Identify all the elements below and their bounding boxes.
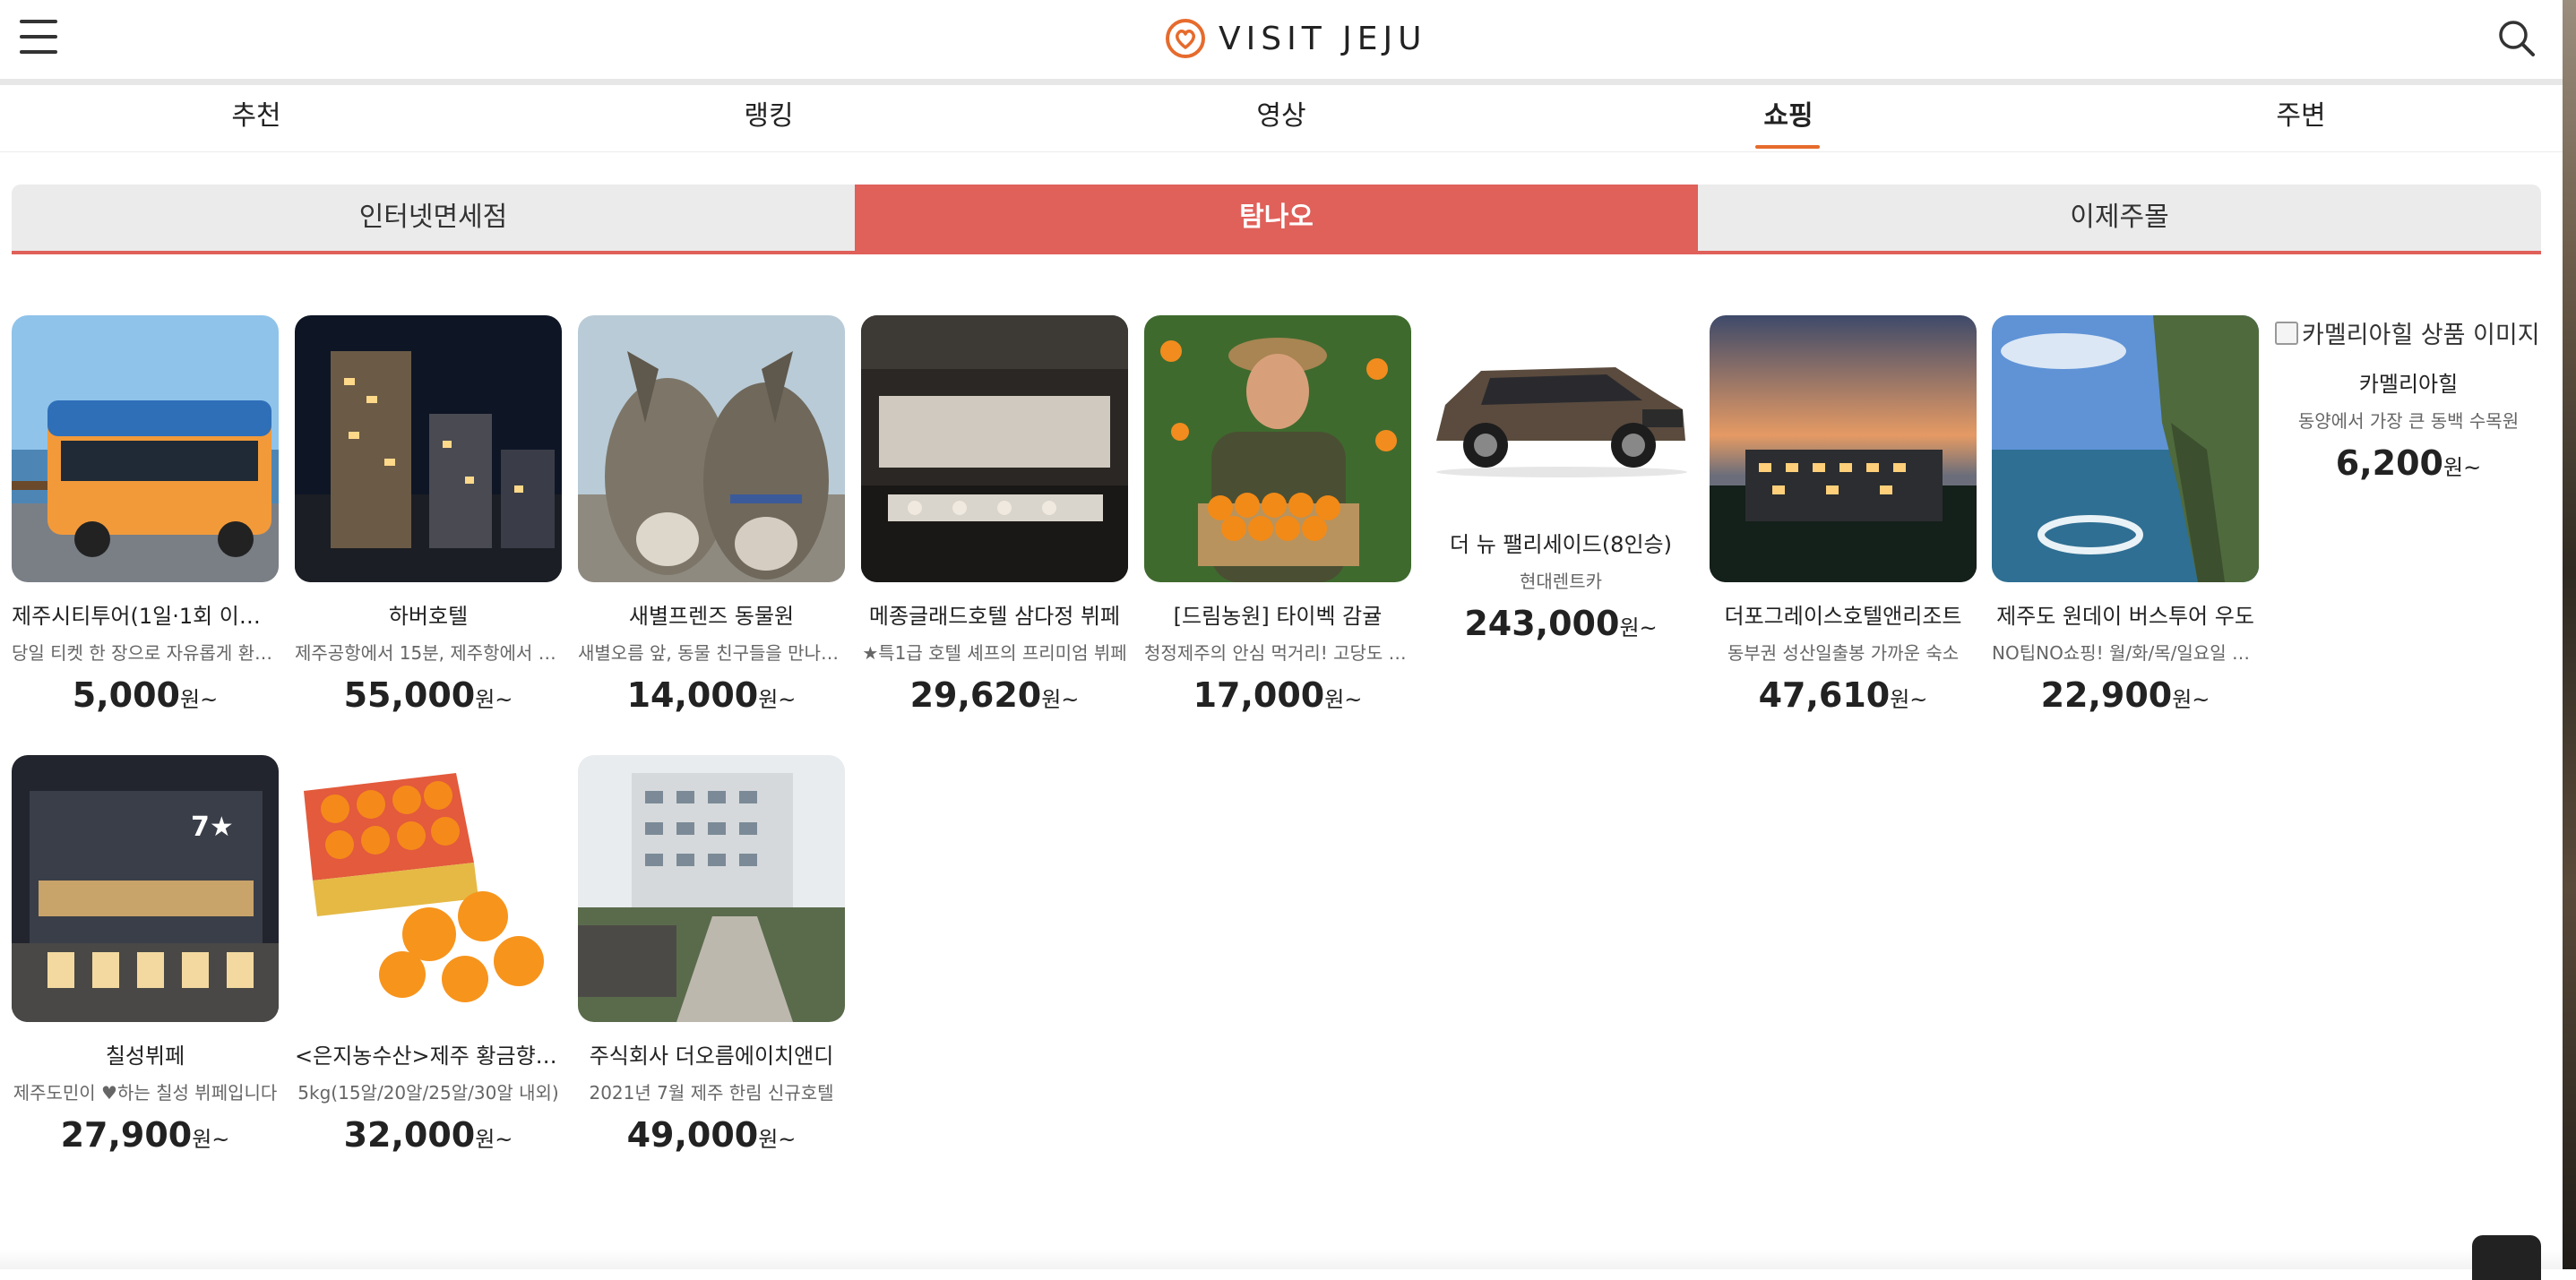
bottom-shadow [0,1250,2563,1269]
tab-ranking[interactable]: 랭킹 [513,85,1025,151]
product-price: 49,000원~ [626,1115,797,1155]
product-image-the-fog-grace-hotel [1710,315,1977,582]
product-image-city-tour-bus [12,315,279,582]
svg-text:7★: 7★ [191,812,234,843]
product-price: 32,000원~ [343,1115,513,1155]
product-title: 칠성뷔페 [105,1044,185,1069]
product-title: 주식회사 더오름에이치앤디 [589,1044,834,1069]
product-card[interactable]: [드림농원] 타이벡 감귤 청정제주의 안심 먹거리! 고당도 감귤 17,00… [1144,315,1411,715]
product-price: 55,000원~ [343,675,513,715]
product-desc: 동양에서 가장 큰 동백 수목원 [2297,410,2520,432]
product-image-donkeys [578,315,845,582]
product-title: [드림농원] 타이벡 감귤 [1173,604,1383,629]
tab-shopping[interactable]: 쇼핑 [1532,85,2045,151]
product-price: 27,900원~ [60,1115,230,1155]
floating-action-button[interactable] [2472,1235,2541,1280]
product-title: 더포그레이스호텔앤리조트 [1724,604,1962,629]
product-card[interactable]: 새별프렌즈 동물원 새별오름 앞, 동물 친구들을 만나보세요 14,000원~ [578,315,845,715]
product-desc: 제주공항에서 15분, 제주항에서 5분 거리 [295,642,562,664]
product-desc: 2021년 7월 제주 한림 신규호텔 [589,1082,834,1104]
subtab-ijeju-mall[interactable]: 이제주몰 [1698,185,2541,251]
product-price: 5,000원~ [72,675,219,715]
visit-jeju-logo[interactable]: VISIT JEJU [1165,16,1426,61]
product-image-chilseong-buffet: 7★ [12,755,279,1022]
product-title: 제주시티투어(1일·1회 이용권) [12,604,279,629]
tab-recommend[interactable]: 추천 [0,85,513,151]
tab-nearby[interactable]: 주변 [2045,85,2557,151]
product-title: 카멜리아힐 [2358,372,2459,397]
image-alt-text: 카멜리아힐 상품 이미지 [2302,322,2540,349]
product-price: 6,200원~ [2335,443,2482,483]
product-card[interactable]: <은지농수산>제주 황금향5kg 5kg(15알/20알/25알/30알 내외)… [295,755,562,1155]
product-title: 새별프렌즈 동물원 [628,604,795,629]
product-image-harbor-hotel [295,315,562,582]
product-card[interactable]: 카멜리아힐 상품 이미지 카멜리아힐 동양에서 가장 큰 동백 수목원 6,20… [2275,315,2542,483]
product-desc: 새별오름 앞, 동물 친구들을 만나보세요 [578,642,845,664]
product-title: 하버호텔 [388,604,469,629]
product-card[interactable]: 7★ 칠성뷔페 제주도민이 ♥하는 칠성 뷔페입니다 27,900원~ [12,755,279,1155]
product-price: 22,900원~ [2040,675,2210,715]
product-price: 243,000원~ [1464,604,1658,643]
background-scenery-strip [2563,0,2576,1269]
product-price: 47,610원~ [1758,675,1928,715]
main-nav-tabs: 추천 랭킹 영상 쇼핑 주변 [0,85,2563,152]
product-desc: 동부권 성산일출봉 가까운 숙소 [1727,642,1960,664]
product-image-udo-cliff-boat [1992,315,2259,582]
heart-pin-logo-icon [1166,19,1205,58]
product-card[interactable]: 메종글래드호텔 삼다정 뷔페 ★특1급 호텔 셰프의 프리미엄 뷔페 29,62… [861,315,1128,715]
product-title: 더 뉴 팰리세이드(8인승) [1450,532,1672,557]
product-desc: 현대렌트카 [1520,571,1602,592]
product-card[interactable]: 더포그레이스호텔앤리조트 동부권 성산일출봉 가까운 숙소 47,610원~ [1710,315,1977,715]
product-desc: 청정제주의 안심 먹거리! 고당도 감귤 [1144,642,1411,664]
product-desc: ★특1급 호텔 셰프의 프리미엄 뷔페 [862,642,1127,664]
product-desc: 5kg(15알/20알/25알/30알 내외) [297,1082,559,1104]
logo-text: VISIT JEJU [1219,20,1427,57]
product-desc: 당일 티켓 한 장으로 자유롭게 환승하세요 [12,642,279,664]
product-image-palisade-car [1427,315,1694,511]
product-desc: 제주도민이 ♥하는 칠성 뷔페입니다 [13,1082,278,1104]
product-card[interactable]: 더 뉴 팰리세이드(8인승) 현대렌트카 243,000원~ [1427,315,1694,643]
product-card[interactable]: 제주도 원데이 버스투어 우도 NO팁NO쇼핑! 월/화/목/일요일 출발 22… [1992,315,2259,715]
product-card[interactable]: 하버호텔 제주공항에서 15분, 제주항에서 5분 거리 55,000원~ [295,315,562,715]
subtab-internet-duty-free[interactable]: 인터넷면세점 [12,185,855,251]
subtab-tamnao[interactable]: 탐나오 [855,185,1698,251]
product-image-hallabong-box [295,755,562,1022]
product-title: <은지농수산>제주 황금향5kg [295,1044,562,1069]
product-image-hallim-hotel [578,755,845,1022]
top-header: VISIT JEJU [0,0,2563,85]
product-card[interactable]: 제주시티투어(1일·1회 이용권) 당일 티켓 한 장으로 자유롭게 환승하세요… [12,315,279,715]
product-title: 메종글래드호텔 삼다정 뷔페 [868,604,1121,629]
active-tab-indicator [1755,145,1820,149]
tab-video[interactable]: 영상 [1025,85,1538,151]
product-title: 제주도 원데이 버스투어 우도 [1996,604,2254,629]
hamburger-menu-icon[interactable] [20,20,57,56]
product-price: 17,000원~ [1193,675,1363,715]
search-icon[interactable] [2496,18,2537,59]
shop-subtabs: 인터넷면세점 탐나오 이제주몰 [12,185,2541,254]
product-image-tangerine-farmer [1144,315,1411,582]
product-card[interactable]: 주식회사 더오름에이치앤디 2021년 7월 제주 한림 신규호텔 49,000… [578,755,845,1155]
broken-image-icon [2275,321,2298,345]
product-price: 29,620원~ [909,675,1080,715]
product-desc: NO팁NO쇼핑! 월/화/목/일요일 출발 [1992,642,2259,664]
product-image-buffet [861,315,1128,582]
broken-product-image: 카멜리아힐 상품 이미지 [2275,315,2542,350]
product-price: 14,000원~ [626,675,797,715]
